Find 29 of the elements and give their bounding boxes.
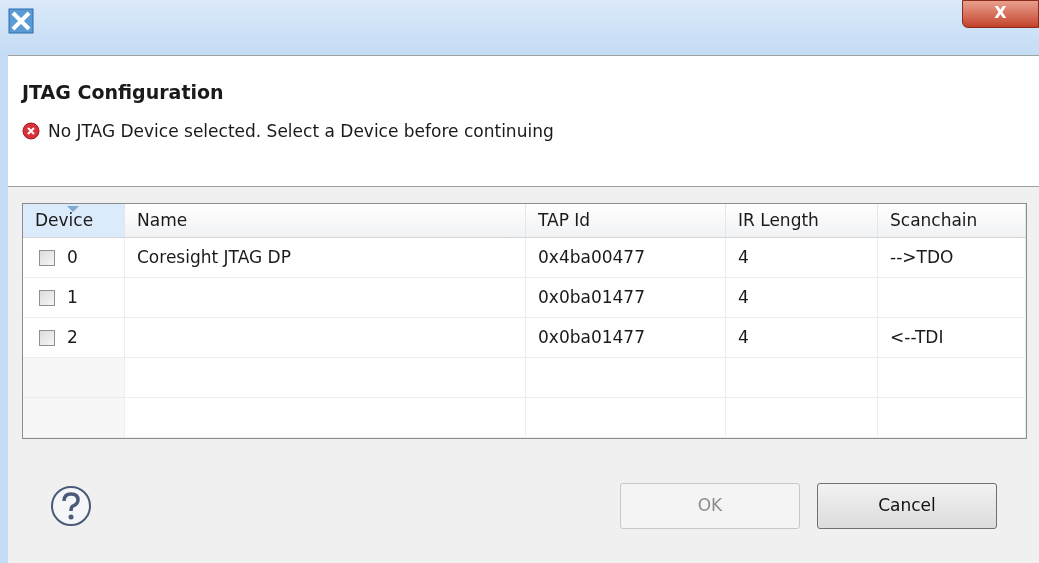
- checkbox[interactable]: [39, 249, 55, 266]
- help-icon[interactable]: [50, 485, 92, 527]
- table-cell-text: 4: [738, 325, 749, 349]
- app-icon: [8, 8, 34, 34]
- table-cell-text: Coresight JTAG DP: [137, 245, 291, 269]
- column-header[interactable]: TAP Id: [526, 204, 726, 237]
- error-message: No JTAG Device selected. Select a Device before continuing: [48, 119, 554, 143]
- column-header[interactable]: Device: [23, 204, 125, 237]
- table-row[interactable]: 2 0x0ba01477 4 <--TDI: [23, 318, 1026, 358]
- dialog-title: JTAG Configuration: [22, 80, 224, 105]
- table-cell-text: 4: [738, 285, 749, 309]
- table-row[interactable]: 1 0x0ba01477 4: [23, 278, 1026, 318]
- column-header[interactable]: Name: [125, 204, 526, 237]
- table-cell-text: 4: [738, 245, 749, 269]
- cancel-button[interactable]: Cancel: [817, 483, 997, 529]
- checkbox[interactable]: [39, 329, 55, 346]
- table-cell-text: <--TDI: [890, 325, 944, 349]
- table-cell-text: 2: [67, 325, 78, 349]
- table-cell-text: 1: [67, 285, 78, 309]
- table-row[interactable]: 0 Coresight JTAG DP 0x4ba00477 4 -->TDO: [23, 238, 1026, 278]
- table-cell-text: 0: [67, 245, 78, 269]
- table-cell-text: -->TDO: [890, 245, 954, 269]
- column-header[interactable]: IR Length: [726, 204, 878, 237]
- checkbox[interactable]: [39, 289, 55, 306]
- column-header[interactable]: Scanchain: [878, 204, 1026, 237]
- table-cell-text: 0x0ba01477: [538, 285, 645, 309]
- table-cell-text: 0x0ba01477: [538, 325, 645, 349]
- table-cell-text: 0x4ba00477: [538, 245, 645, 269]
- sort-arrow-icon: [67, 206, 79, 212]
